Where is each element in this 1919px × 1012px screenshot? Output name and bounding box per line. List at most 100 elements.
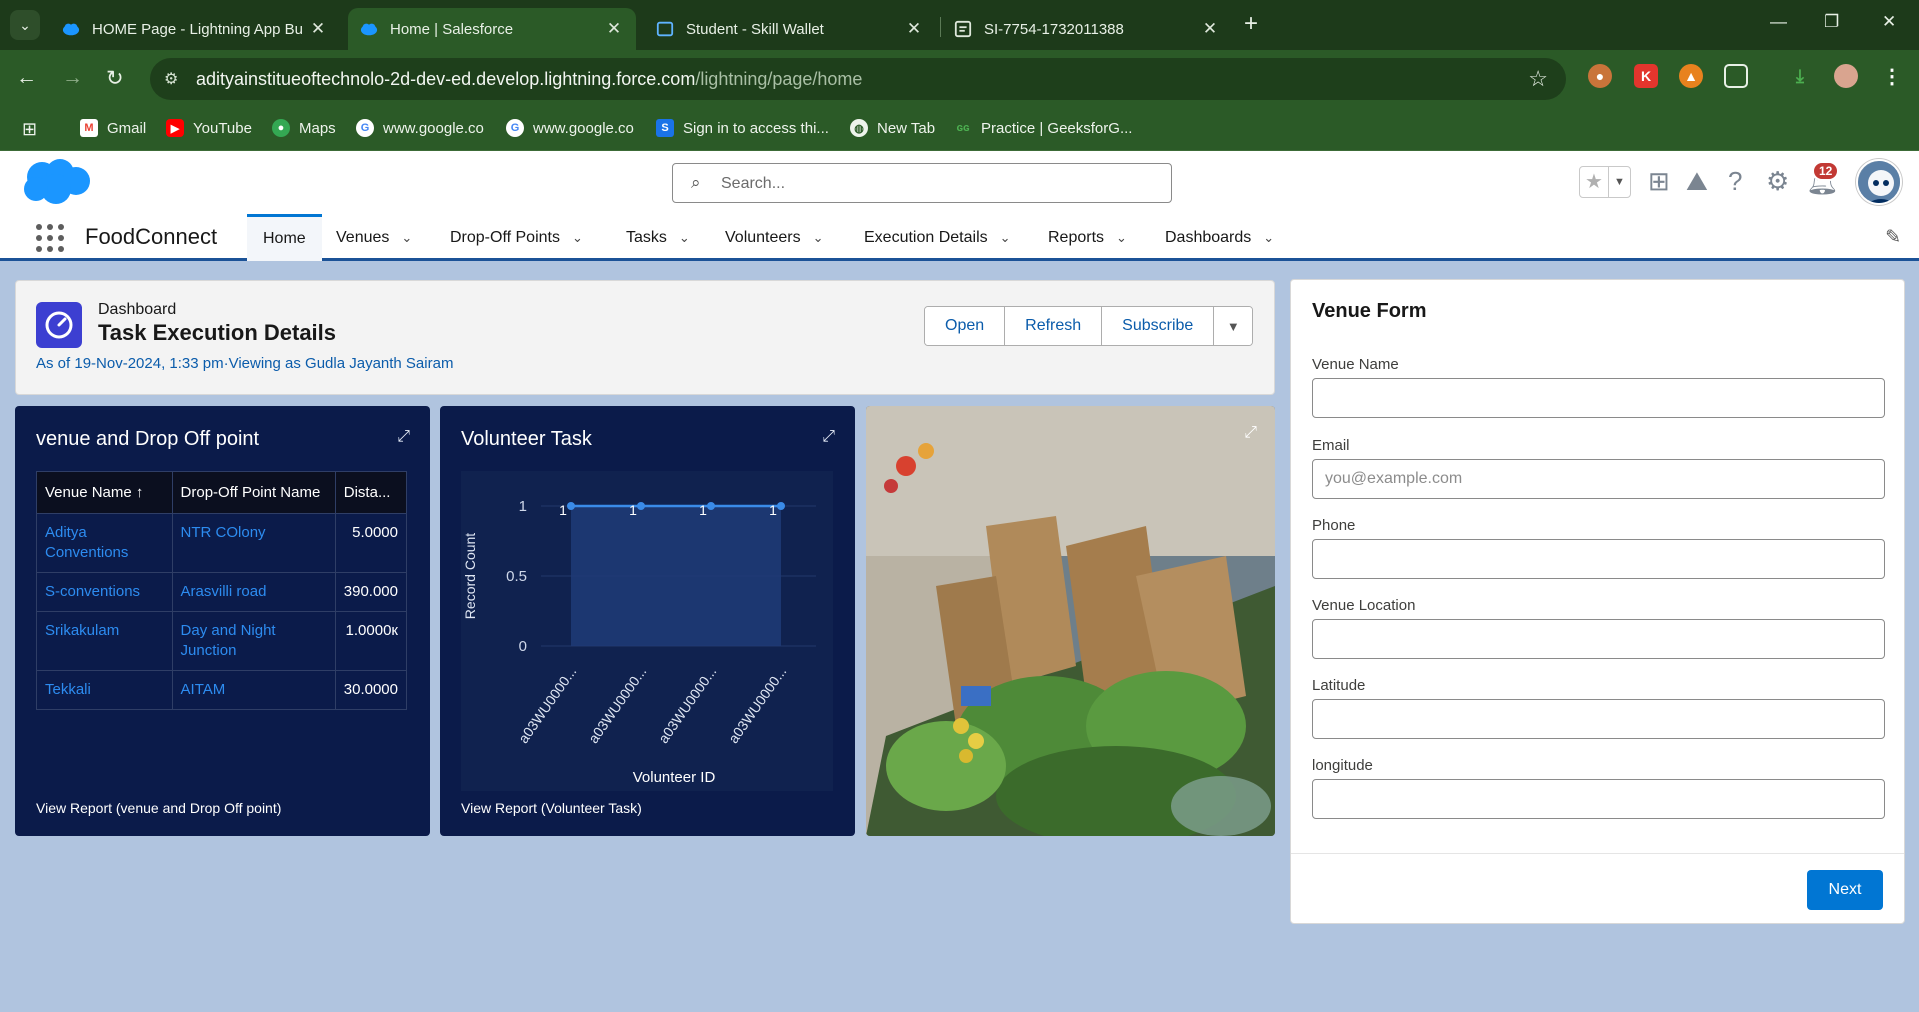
cookie-extension-icon[interactable]: ● (1588, 64, 1612, 88)
address-bar[interactable]: ⚙ adityainstitueoftechnolo-2d-dev-ed.dev… (150, 58, 1566, 100)
chevron-down-icon[interactable]: ⌄ (572, 230, 583, 246)
window-close-icon[interactable]: ✕ (1882, 12, 1896, 32)
close-icon[interactable]: ✕ (1200, 19, 1220, 39)
download-icon[interactable]: ⤓ (1788, 64, 1812, 88)
site-info-icon[interactable]: ⚙ (164, 69, 178, 89)
browser-tab[interactable]: SI-7754-1732011388 ✕ (942, 8, 1232, 50)
help-icon[interactable]: ? (1728, 167, 1742, 195)
expand-icon[interactable]: ⤢ (397, 428, 410, 446)
next-button[interactable]: Next (1807, 870, 1883, 910)
nav-tab-drop-off-points[interactable]: Drop-Off Points ⌄ (450, 214, 583, 261)
back-arrow-icon[interactable]: ← (16, 66, 37, 90)
x-tick-label: a03WU0000... (725, 664, 789, 746)
star-icon[interactable]: ★ (1580, 167, 1608, 197)
bookmark-star-icon[interactable]: ☆ (1528, 66, 1548, 92)
bookmark-gmail[interactable]: M Gmail (80, 119, 146, 137)
dashboard-as-of-text: As of 19-Nov-2024, 1:33 pm·Viewing as Gu… (36, 355, 454, 372)
expand-icon[interactable]: ⤢ (1244, 424, 1257, 442)
nav-tab-dashboards[interactable]: Dashboards ⌄ (1165, 214, 1274, 261)
nav-tab-execution-details[interactable]: Execution Details ⌄ (864, 214, 1011, 261)
bookmark-google[interactable]: Gwww.google.co (506, 119, 634, 137)
volunteer-task-chart[interactable]: 00.51 1 1 1 1a03WU0000... a03WU0000... a03WU00… (461, 471, 833, 791)
bookmark-youtube[interactable]: ▶ YouTube (166, 119, 252, 137)
table-row: Tekkali AITAM 30.0000 (36, 670, 408, 710)
subscribe-button[interactable]: Subscribe (1102, 307, 1215, 345)
browser-tab-active[interactable]: Home | Salesforce ✕ (348, 8, 636, 50)
bookmark-maps[interactable]: ● Maps (272, 119, 336, 137)
view-report-link[interactable]: View Report (Volunteer Task) (461, 800, 642, 816)
venue-name-field[interactable] (1312, 378, 1885, 418)
new-tab-plus-icon[interactable]: + (1244, 12, 1258, 36)
setup-gear-icon[interactable]: ⚙ (1766, 167, 1789, 195)
chevron-down-icon[interactable]: ⌄ (401, 230, 412, 246)
email-field[interactable] (1312, 459, 1885, 499)
nav-tab-home[interactable]: Home (247, 214, 322, 261)
favorites-button[interactable]: ★ ▼ (1579, 166, 1631, 198)
minimize-icon[interactable]: — (1770, 12, 1787, 32)
column-header-distance[interactable]: Dista... (334, 471, 408, 514)
venue-link[interactable]: Tekkali (36, 670, 173, 710)
close-icon[interactable]: ✕ (904, 19, 924, 39)
restore-icon[interactable]: ❐ (1824, 12, 1839, 32)
open-button[interactable]: Open (925, 307, 1006, 345)
tab-search-button[interactable]: ⌄ (10, 10, 40, 40)
trailhead-icon[interactable]: ⛰ (1686, 167, 1708, 195)
forward-arrow-icon[interactable]: → (62, 66, 83, 90)
venue-dropoff-widget: venue and Drop Off point ⤢ Venue Name ↑ … (15, 406, 430, 836)
bookmark-geeksforgeeks[interactable]: ɢɢ Practice | GeeksforG... (954, 119, 1133, 137)
profile-avatar-icon[interactable] (1834, 64, 1858, 88)
dashboard-more-actions-button[interactable]: ▼ (1214, 307, 1253, 345)
browser-tab[interactable]: HOME Page - Lightning App Bu ✕ (50, 8, 340, 50)
chevron-down-icon[interactable]: ⌄ (1000, 230, 1011, 246)
y-tick-label: 0.5 (506, 568, 527, 585)
column-header-venue-name[interactable]: Venue Name ↑ (36, 471, 173, 514)
url-text[interactable]: adityainstitueoftechnolo-2d-dev-ed.devel… (196, 69, 862, 90)
global-search-input[interactable]: ⌕ Search... (672, 163, 1172, 203)
apps-grid-icon[interactable]: ⊞ (22, 119, 37, 140)
edit-nav-pencil-icon[interactable]: ✎ (1885, 226, 1901, 249)
bookmark-google[interactable]: Gwww.google.co (356, 119, 484, 137)
venue-dropoff-table: Venue Name ↑ Drop-Off Point Name Dista..… (36, 471, 408, 710)
reload-icon[interactable]: ↻ (106, 66, 124, 91)
close-icon[interactable]: ✕ (604, 19, 624, 39)
chevron-down-icon[interactable]: ⌄ (1116, 230, 1127, 246)
nav-tab-volunteers[interactable]: Volunteers ⌄ (725, 214, 824, 261)
latitude-field[interactable] (1312, 699, 1885, 739)
google-icon: G (506, 119, 524, 137)
close-icon[interactable]: ✕ (308, 19, 328, 39)
venue-link[interactable]: Srikakulam (36, 611, 173, 671)
longitude-field[interactable] (1312, 779, 1885, 819)
nav-tab-venues[interactable]: Venues ⌄ (336, 214, 412, 261)
venue-location-field[interactable] (1312, 619, 1885, 659)
x-tick-label: a03WU0000... (585, 664, 649, 746)
bookmark-sign-in[interactable]: S Sign in to access thi... (656, 119, 829, 137)
extension-k-icon[interactable]: K (1634, 64, 1658, 88)
phone-field[interactable] (1312, 539, 1885, 579)
extensions-puzzle-icon[interactable] (1724, 64, 1748, 88)
bookmark-new-tab[interactable]: ◍ New Tab (850, 119, 935, 137)
drop-off-link[interactable]: AITAM (171, 670, 336, 710)
app-launcher-icon[interactable] (36, 224, 64, 252)
chevron-down-icon[interactable]: ⌄ (679, 230, 690, 246)
user-avatar[interactable] (1856, 159, 1902, 205)
column-header-drop-off-point[interactable]: Drop-Off Point Name (171, 471, 336, 514)
global-actions-plus-icon[interactable]: ⊞ (1648, 167, 1670, 195)
metamask-fox-icon[interactable]: ▲ (1679, 64, 1703, 88)
nav-tab-tasks[interactable]: Tasks ⌄ (626, 214, 690, 261)
venue-link[interactable]: Aditya Conventions (36, 513, 173, 573)
drop-off-link[interactable]: Day and Night Junction (171, 611, 336, 671)
salesforce-logo[interactable] (20, 157, 92, 207)
nav-tab-reports[interactable]: Reports ⌄ (1048, 214, 1127, 261)
drop-off-link[interactable]: Arasvilli road (171, 572, 336, 612)
chevron-down-icon[interactable]: ⌄ (813, 230, 824, 246)
venue-link[interactable]: S-conventions (36, 572, 173, 612)
drop-off-link[interactable]: NTR COlony (171, 513, 336, 573)
refresh-button[interactable]: Refresh (1005, 307, 1103, 345)
chevron-down-icon[interactable]: ⌄ (1263, 230, 1274, 246)
distance-value: 30.0000 (334, 670, 408, 710)
chevron-down-icon[interactable]: ▼ (1608, 167, 1630, 197)
view-report-link[interactable]: View Report (venue and Drop Off point) (36, 800, 281, 816)
browser-menu-icon[interactable]: ⋮ (1880, 64, 1904, 88)
expand-icon[interactable]: ⤢ (822, 428, 835, 446)
browser-tab[interactable]: Student - Skill Wallet ✕ (644, 8, 936, 50)
